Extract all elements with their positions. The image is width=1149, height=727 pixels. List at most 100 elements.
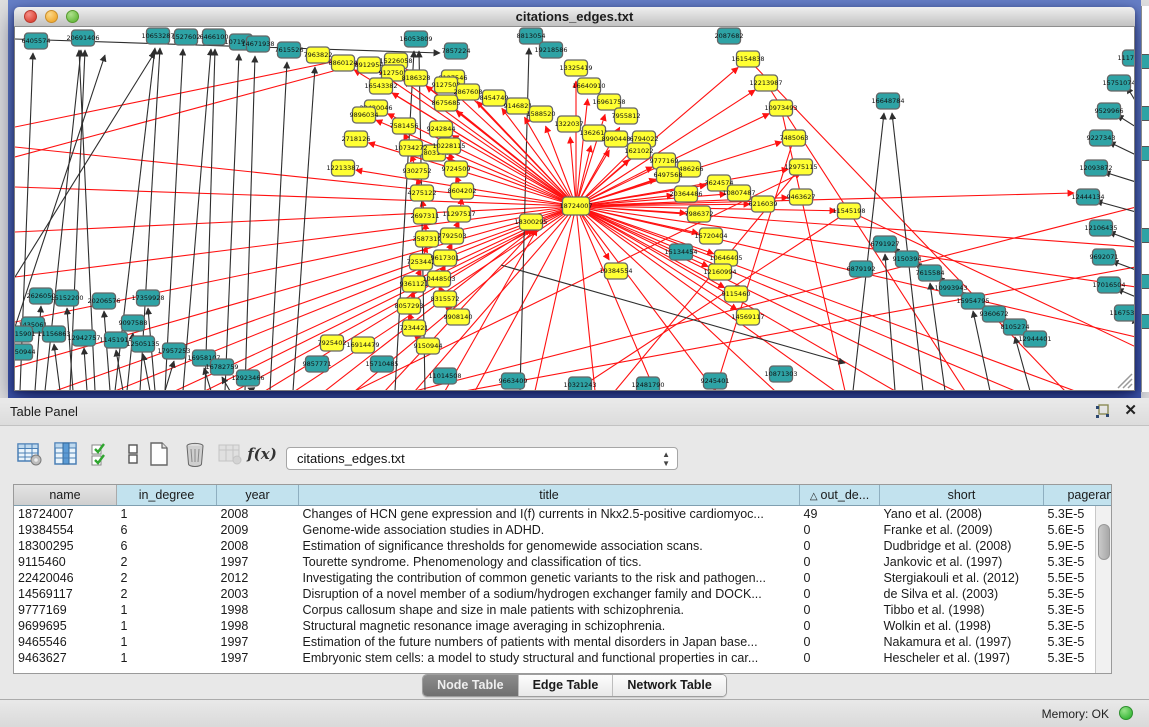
show-columns-icon[interactable]	[52, 440, 80, 468]
column-header-title[interactable]: title	[299, 485, 800, 506]
table-row[interactable]: 1830029562008Estimation of significance …	[14, 538, 1112, 554]
cell-title[interactable]: Corpus callosum shape and size in male p…	[299, 602, 800, 618]
column-header-in_degree[interactable]: in_degree	[117, 485, 217, 506]
cell-short[interactable]: Jankovic et al. (1997)	[880, 554, 1044, 570]
table-row[interactable]: 911546021997Tourette syndrome. Phenomeno…	[14, 554, 1112, 570]
cell-in_degree[interactable]: 1	[117, 506, 217, 523]
cell-year[interactable]: 1997	[217, 554, 299, 570]
cell-in_degree[interactable]: 2	[117, 554, 217, 570]
node-table[interactable]: namein_degreeyeartitle△out_de...shortpag…	[13, 484, 1112, 674]
table-selector-dropdown[interactable]: citations_edges.txt ▲▼	[286, 447, 678, 470]
table-row[interactable]: 1456911722003Disruption of a novel membe…	[14, 586, 1112, 602]
cell-name[interactable]: 9115460	[14, 554, 117, 570]
cell-title[interactable]: Structural magnetic resonance image aver…	[299, 618, 800, 634]
cell-year[interactable]: 1998	[217, 602, 299, 618]
function-builder-icon[interactable]: f(x)	[248, 440, 276, 468]
cell-name[interactable]: 14569117	[14, 586, 117, 602]
table-row[interactable]: 969969511998Structural magnetic resonanc…	[14, 618, 1112, 634]
table-row[interactable]: 1938455462009Genome-wide association stu…	[14, 522, 1112, 538]
cell-year[interactable]: 1997	[217, 650, 299, 666]
cell-short[interactable]: Nakamura et al. (1997)	[880, 634, 1044, 650]
cell-out_de[interactable]: 0	[800, 570, 880, 586]
cell-short[interactable]: Wolkin et al. (1998)	[880, 618, 1044, 634]
float-panel-icon[interactable]	[1095, 404, 1110, 419]
cell-title[interactable]: Estimation of the future numbers of pati…	[299, 634, 800, 650]
select-columns-icon[interactable]	[88, 440, 116, 468]
cell-title[interactable]: Estimation of significance thresholds fo…	[299, 538, 800, 554]
cell-in_degree[interactable]: 1	[117, 618, 217, 634]
cell-title[interactable]: Changes of HCN gene expression and I(f) …	[299, 506, 800, 523]
cell-short[interactable]: Stergiakouli et al. (2012)	[880, 570, 1044, 586]
table-header-row[interactable]: namein_degreeyeartitle△out_de...shortpag…	[14, 485, 1112, 506]
cell-name[interactable]: 9777169	[14, 602, 117, 618]
cell-name[interactable]: 19384554	[14, 522, 117, 538]
cell-name[interactable]: 18724007	[14, 506, 117, 523]
new-column-icon[interactable]	[145, 440, 173, 468]
cell-in_degree[interactable]: 1	[117, 602, 217, 618]
cell-name[interactable]: 9699695	[14, 618, 117, 634]
cell-short[interactable]: Franke et al. (2009)	[880, 522, 1044, 538]
cell-title[interactable]: Embryonic stem cells: a model to study s…	[299, 650, 800, 666]
delete-column-icon[interactable]	[181, 440, 209, 468]
cell-in_degree[interactable]: 1	[117, 634, 217, 650]
cell-out_de[interactable]: 0	[800, 538, 880, 554]
cell-year[interactable]: 2008	[217, 538, 299, 554]
cell-title[interactable]: Investigating the contribution of common…	[299, 570, 800, 586]
column-header-short[interactable]: short	[880, 485, 1044, 506]
cell-year[interactable]: 2003	[217, 586, 299, 602]
column-header-year[interactable]: year	[217, 485, 299, 506]
cell-in_degree[interactable]: 2	[117, 570, 217, 586]
column-header-out_de[interactable]: △out_de...	[800, 485, 880, 506]
cell-year[interactable]: 2008	[217, 506, 299, 523]
row-height-icon[interactable]	[119, 440, 147, 468]
cell-out_de[interactable]: 49	[800, 506, 880, 523]
tab-node-table[interactable]: Node Table	[423, 675, 518, 696]
network-window-titlebar[interactable]: citations_edges.txt	[14, 7, 1135, 27]
memory-status-indicator[interactable]	[1119, 706, 1133, 720]
column-header-name[interactable]: name	[14, 485, 117, 506]
cell-name[interactable]: 22420046	[14, 570, 117, 586]
table-row[interactable]: 946554611997Estimation of the future num…	[14, 634, 1112, 650]
cell-year[interactable]: 2012	[217, 570, 299, 586]
cell-in_degree[interactable]: 6	[117, 538, 217, 554]
cell-name[interactable]: 18300295	[14, 538, 117, 554]
cell-short[interactable]: de Silva et al. (2003)	[880, 586, 1044, 602]
cell-out_de[interactable]: 0	[800, 602, 880, 618]
cell-name[interactable]: 9465546	[14, 634, 117, 650]
network-window[interactable]: citations_edges.txt 640557	[14, 7, 1135, 390]
table-row[interactable]: 977716911998Corpus callosum shape and si…	[14, 602, 1112, 618]
network-graph[interactable]: 6405574206914061065328715276026466100107…	[15, 27, 1134, 390]
cell-name[interactable]: 9463627	[14, 650, 117, 666]
close-panel-icon[interactable]: ✕	[1124, 403, 1137, 419]
table-row[interactable]: 1872400712008Changes of HCN gene express…	[14, 506, 1112, 523]
cell-out_de[interactable]: 0	[800, 650, 880, 666]
table-vertical-scrollbar[interactable]	[1095, 506, 1111, 673]
cell-short[interactable]: Yano et al. (2008)	[880, 506, 1044, 523]
cell-out_de[interactable]: 0	[800, 618, 880, 634]
cell-year[interactable]: 1998	[217, 618, 299, 634]
cell-year[interactable]: 2009	[217, 522, 299, 538]
column-header-pagerank[interactable]: pagerank	[1044, 485, 1113, 506]
cell-in_degree[interactable]: 6	[117, 522, 217, 538]
table-row[interactable]: 946362711997Embryonic stem cells: a mode…	[14, 650, 1112, 666]
network-canvas[interactable]: 6405574206914061065328715276026466100107…	[14, 27, 1135, 391]
cell-out_de[interactable]: 0	[800, 554, 880, 570]
cell-out_de[interactable]: 0	[800, 634, 880, 650]
resize-grip-icon[interactable]	[1118, 374, 1132, 388]
cell-year[interactable]: 1997	[217, 634, 299, 650]
cell-short[interactable]: Tibbo et al. (1998)	[880, 602, 1044, 618]
cell-out_de[interactable]: 0	[800, 586, 880, 602]
cell-out_de[interactable]: 0	[800, 522, 880, 538]
cell-in_degree[interactable]: 2	[117, 586, 217, 602]
cell-title[interactable]: Tourette syndrome. Phenomenology and cla…	[299, 554, 800, 570]
tab-edge-table[interactable]: Edge Table	[519, 675, 614, 696]
tab-network-table[interactable]: Network Table	[613, 675, 726, 696]
scrollbar-thumb[interactable]	[1098, 524, 1110, 560]
cell-in_degree[interactable]: 1	[117, 650, 217, 666]
table-row[interactable]: 2242004622012Investigating the contribut…	[14, 570, 1112, 586]
cell-short[interactable]: Hescheler et al. (1997)	[880, 650, 1044, 666]
cell-title[interactable]: Genome-wide association studies in ADHD.	[299, 522, 800, 538]
table-settings-icon[interactable]	[16, 440, 44, 468]
cell-short[interactable]: Dudbridge et al. (2008)	[880, 538, 1044, 554]
cell-title[interactable]: Disruption of a novel member of a sodium…	[299, 586, 800, 602]
